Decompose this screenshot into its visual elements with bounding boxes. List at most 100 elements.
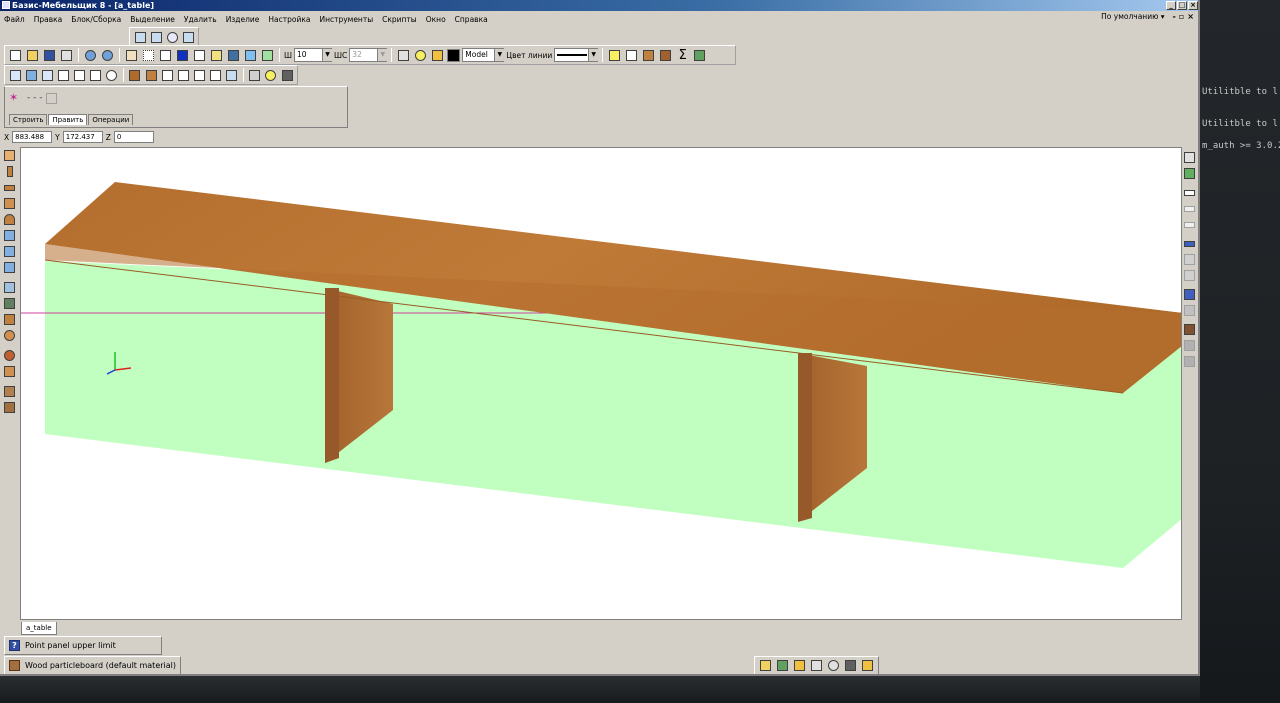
cabinet-gray-icon[interactable] — [1182, 354, 1197, 369]
door-icon[interactable] — [2, 296, 17, 311]
render-wire-icon[interactable] — [176, 68, 190, 83]
snap-icon[interactable] — [124, 48, 139, 63]
redo-icon[interactable] — [100, 48, 115, 63]
3d-viewport[interactable] — [20, 147, 1182, 620]
magnet-icon[interactable] — [175, 48, 190, 63]
menu-tools[interactable]: Инструменты — [319, 15, 373, 24]
view-top-icon[interactable] — [73, 68, 87, 83]
render-hidden-icon[interactable] — [160, 68, 174, 83]
edge-alt-icon[interactable] — [1182, 268, 1197, 283]
z-coordinate-input[interactable] — [113, 131, 154, 143]
fitting-icon[interactable] — [2, 384, 17, 399]
menu-settings[interactable]: Настройка — [268, 15, 310, 24]
cabinet-icon[interactable] — [2, 400, 17, 415]
mdi-restore-icon[interactable]: ▫ — [1179, 12, 1184, 21]
profile-icon[interactable] — [2, 312, 17, 327]
line-style-select[interactable]: ▼ — [554, 48, 599, 62]
lightbulb-icon[interactable] — [413, 48, 428, 63]
light-icon[interactable] — [264, 68, 278, 83]
people-icon[interactable] — [692, 48, 707, 63]
panel-icon[interactable] — [2, 148, 17, 163]
vertical-panel-icon[interactable] — [2, 164, 17, 179]
camera-icon[interactable] — [248, 68, 262, 83]
menu-product[interactable]: Изделие — [226, 15, 260, 24]
mdi-minimize-icon[interactable]: - — [1173, 12, 1176, 21]
x-coordinate-input[interactable] — [12, 131, 53, 143]
new-file-icon[interactable] — [8, 48, 23, 63]
mdi-close-icon[interactable]: × — [1187, 12, 1194, 21]
measure-icon[interactable] — [209, 48, 224, 63]
box-icon[interactable] — [2, 196, 17, 211]
tab-operations[interactable]: Операции — [88, 114, 134, 125]
render-panel-icon[interactable] — [225, 68, 239, 83]
sh-select[interactable]: 10 ▼ — [294, 48, 333, 62]
fit-view-icon[interactable] — [133, 30, 147, 45]
dimension-x-icon[interactable] — [1182, 201, 1197, 216]
render-solid-icon[interactable] — [144, 68, 158, 83]
document-tab[interactable]: a_table — [21, 622, 57, 635]
workspace-preset-dropdown[interactable]: По умолчанию ▾ — [1101, 12, 1164, 21]
hinge-icon[interactable] — [658, 48, 673, 63]
object-view-icon[interactable] — [280, 68, 294, 83]
rotate-icon[interactable] — [105, 68, 119, 83]
sphere-icon[interactable] — [2, 348, 17, 363]
menu-block[interactable]: Блок/Сборка — [71, 15, 121, 24]
view-3d-icon[interactable] — [89, 68, 103, 83]
chevron-down-icon[interactable]: ▼ — [588, 49, 599, 61]
ortho-icon[interactable] — [158, 48, 173, 63]
curved-panel-icon[interactable] — [2, 212, 17, 227]
material-icon[interactable] — [1182, 166, 1197, 181]
scissors-icon[interactable] — [624, 48, 639, 63]
edit-icon[interactable] — [775, 658, 790, 673]
minimize-button[interactable]: _ — [1166, 1, 1176, 10]
dashed-line-icon[interactable]: - - - — [27, 93, 42, 103]
menu-delete[interactable]: Удалить — [184, 15, 217, 24]
layers-icon[interactable] — [396, 48, 411, 63]
maximize-button[interactable]: □ — [1177, 1, 1187, 10]
cube-icon[interactable] — [1182, 287, 1197, 302]
divider-icon[interactable] — [2, 244, 17, 259]
view-front-icon[interactable] — [8, 68, 22, 83]
facade-icon[interactable] — [2, 280, 17, 295]
menu-scripts[interactable]: Скрипты — [382, 15, 417, 24]
zoom-icon[interactable] — [165, 30, 179, 45]
undo-icon[interactable] — [83, 48, 98, 63]
save-icon[interactable] — [42, 48, 57, 63]
dimension-icon[interactable] — [1182, 185, 1197, 200]
render-shaded-icon[interactable] — [128, 68, 142, 83]
close-button[interactable]: × — [1188, 1, 1198, 10]
line-icon[interactable] — [192, 48, 207, 63]
tab-build[interactable]: Строить — [9, 114, 48, 125]
point-tool-icon[interactable]: ✶ — [9, 92, 23, 104]
dimension-y-icon[interactable] — [1182, 217, 1197, 232]
title-bar[interactable]: Базис-Мебельщик 8 - [a_table] _ □ × — [0, 0, 1198, 11]
edge-icon[interactable] — [1182, 252, 1197, 267]
select-icon[interactable] — [243, 48, 258, 63]
horizontal-panel-icon[interactable] — [2, 180, 17, 195]
shs-select[interactable]: 32 ▼ — [349, 48, 388, 62]
rail-icon[interactable] — [2, 260, 17, 275]
grid-icon[interactable] — [141, 48, 156, 63]
view-iso-icon[interactable] — [24, 68, 38, 83]
menu-help[interactable]: Справка — [455, 15, 488, 24]
lock-icon[interactable] — [430, 48, 445, 63]
y-coordinate-input[interactable] — [62, 131, 103, 143]
chevron-down-icon[interactable]: ▼ — [377, 49, 388, 61]
material-swatch-icon[interactable] — [9, 660, 20, 671]
cone-icon[interactable] — [2, 364, 17, 379]
render-texture-icon[interactable] — [209, 68, 223, 83]
zoom-window-icon[interactable] — [809, 658, 824, 673]
cabinet-icon[interactable] — [641, 48, 656, 63]
view-back-icon[interactable] — [40, 68, 54, 83]
render-edges-icon[interactable] — [192, 68, 206, 83]
tool-icon[interactable] — [226, 48, 241, 63]
tab-edit[interactable]: Править — [48, 114, 88, 125]
layers-icon[interactable] — [860, 658, 875, 673]
panel-tool-icon[interactable] — [46, 92, 58, 104]
rotate-body-icon[interactable] — [2, 328, 17, 343]
shelf-icon[interactable] — [2, 228, 17, 243]
menu-file[interactable]: Файл — [4, 15, 25, 24]
zoom-icon[interactable] — [826, 658, 841, 673]
sum-icon[interactable]: Σ — [675, 48, 690, 63]
layer-color-swatch[interactable] — [447, 48, 461, 62]
